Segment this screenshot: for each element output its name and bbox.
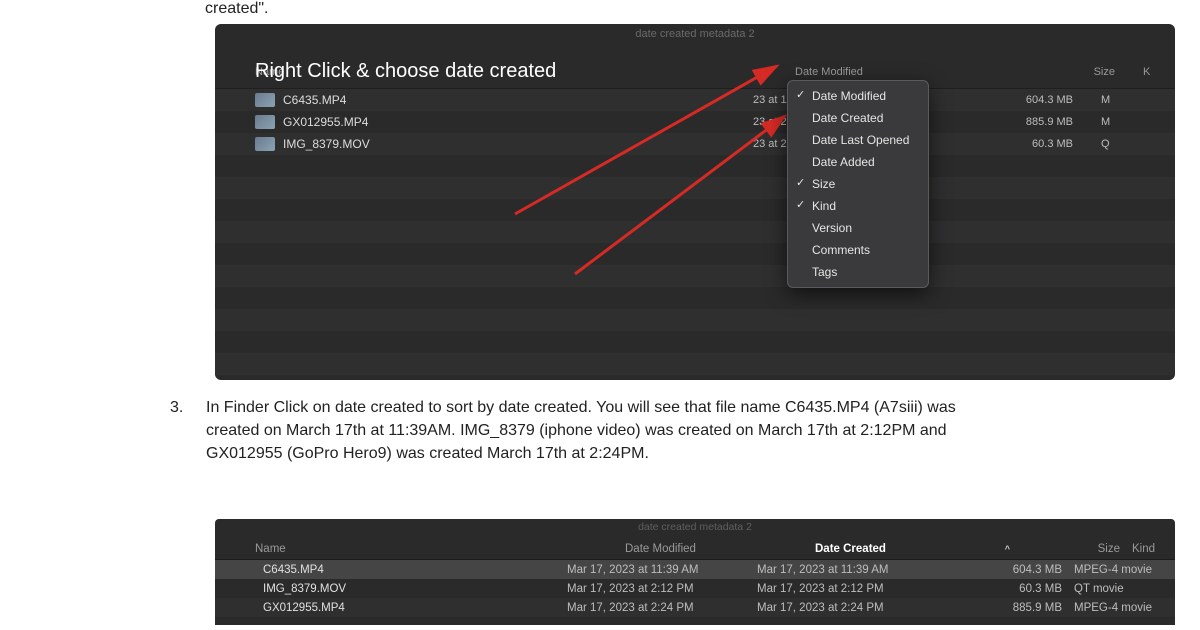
file-size: 885.9 MB bbox=[972, 602, 1074, 614]
finder-window-1: date created metadata 2 Name Date Modifi… bbox=[215, 24, 1175, 380]
table-row[interactable]: C6435.MP4 Mar 17, 2023 at 11:39 AM Mar 1… bbox=[215, 560, 1175, 579]
menu-item-size[interactable]: Size bbox=[788, 173, 928, 195]
instruction-fragment-top: created". bbox=[205, 0, 269, 18]
sort-ascending-icon: ^ bbox=[1005, 544, 1010, 554]
file-name: GX012955.MP4 bbox=[283, 115, 753, 129]
step-text: In Finder Click on date created to sort … bbox=[206, 396, 990, 466]
step-3-instruction: 3. In Finder Click on date created to so… bbox=[170, 396, 990, 466]
file-kind: MPEG-4 movie bbox=[1074, 564, 1175, 576]
menu-item-version[interactable]: Version bbox=[788, 217, 928, 239]
column-context-menu[interactable]: Date Modified Date Created Date Last Ope… bbox=[787, 80, 929, 288]
file-name: IMG_8379.MOV bbox=[263, 583, 567, 595]
file-size: 604.3 MB bbox=[903, 94, 1101, 106]
file-kind: Q bbox=[1101, 138, 1161, 150]
step-number: 3. bbox=[170, 396, 192, 466]
file-kind: M bbox=[1101, 94, 1161, 106]
column-header-date-created-label: Date Created bbox=[815, 543, 886, 555]
file-size: 885.9 MB bbox=[903, 116, 1101, 128]
file-name: C6435.MP4 bbox=[283, 93, 753, 107]
file-date-modified: Mar 17, 2023 at 11:39 AM bbox=[567, 564, 757, 576]
file-size: 60.3 MB bbox=[972, 583, 1074, 595]
column-header-size[interactable]: Size bbox=[1030, 543, 1132, 555]
file-name: C6435.MP4 bbox=[263, 564, 567, 576]
menu-item-date-added[interactable]: Date Added bbox=[788, 151, 928, 173]
file-size: 604.3 MB bbox=[972, 564, 1074, 576]
file-thumbnail-icon bbox=[255, 93, 275, 107]
file-name: GX012955.MP4 bbox=[263, 602, 567, 614]
menu-item-tags[interactable]: Tags bbox=[788, 261, 928, 283]
table-row[interactable]: C6435.MP4 23 at 11:39 AM 604.3 MB M bbox=[215, 89, 1175, 111]
file-thumbnail-icon bbox=[255, 137, 275, 151]
annotation-text: Right Click & choose date created bbox=[255, 60, 556, 83]
finder1-file-list: C6435.MP4 23 at 11:39 AM 604.3 MB M GX01… bbox=[215, 89, 1175, 375]
file-kind: M bbox=[1101, 116, 1161, 128]
file-date-created: Mar 17, 2023 at 11:39 AM bbox=[757, 564, 972, 576]
menu-item-date-created[interactable]: Date Created bbox=[788, 107, 928, 129]
menu-item-kind[interactable]: Kind bbox=[788, 195, 928, 217]
menu-item-date-modified[interactable]: Date Modified bbox=[788, 85, 928, 107]
file-date-created: Mar 17, 2023 at 2:24 PM bbox=[757, 602, 972, 614]
table-row[interactable]: IMG_8379.MOV 23 at 2:12 PM 60.3 MB Q bbox=[215, 133, 1175, 155]
file-size: 60.3 MB bbox=[903, 138, 1101, 150]
finder2-title: date created metadata 2 bbox=[215, 521, 1175, 533]
file-kind: MPEG-4 movie bbox=[1074, 602, 1175, 614]
column-header-date-modified[interactable]: Date Modified bbox=[625, 543, 815, 555]
table-row[interactable]: GX012955.MP4 23 at 2:24 PM 885.9 MB M bbox=[215, 111, 1175, 133]
finder2-column-headers[interactable]: Name Date Modified Date Created ^ Size K… bbox=[215, 539, 1175, 560]
finder-window-2: date created metadata 2 Name Date Modifi… bbox=[215, 519, 1175, 625]
file-name: IMG_8379.MOV bbox=[283, 137, 753, 151]
column-header-kind[interactable]: K bbox=[1143, 66, 1175, 88]
file-date-modified: Mar 17, 2023 at 2:24 PM bbox=[567, 602, 757, 614]
file-kind: QT movie bbox=[1074, 583, 1175, 595]
column-header-size[interactable]: Size bbox=[945, 66, 1143, 88]
column-header-date-created[interactable]: Date Created ^ bbox=[815, 543, 1030, 555]
file-date-created: Mar 17, 2023 at 2:12 PM bbox=[757, 583, 972, 595]
table-row[interactable]: GX012955.MP4 Mar 17, 2023 at 2:24 PM Mar… bbox=[215, 598, 1175, 617]
menu-item-comments[interactable]: Comments bbox=[788, 239, 928, 261]
menu-item-date-last-opened[interactable]: Date Last Opened bbox=[788, 129, 928, 151]
finder2-file-list: C6435.MP4 Mar 17, 2023 at 11:39 AM Mar 1… bbox=[215, 560, 1175, 617]
table-row[interactable]: IMG_8379.MOV Mar 17, 2023 at 2:12 PM Mar… bbox=[215, 579, 1175, 598]
file-date-modified: Mar 17, 2023 at 2:12 PM bbox=[567, 583, 757, 595]
file-thumbnail-icon bbox=[255, 115, 275, 129]
column-header-name[interactable]: Name bbox=[215, 543, 625, 555]
finder-title: date created metadata 2 bbox=[215, 28, 1175, 40]
column-header-kind[interactable]: Kind bbox=[1132, 543, 1175, 555]
